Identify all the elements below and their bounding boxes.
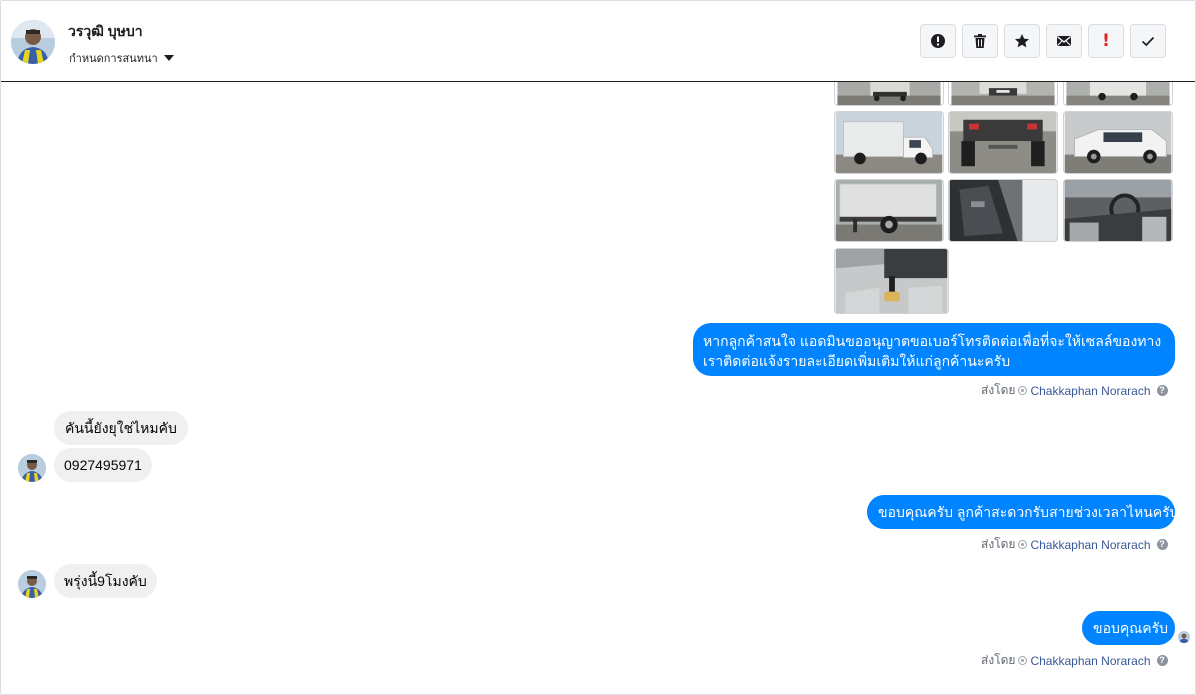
contact-avatar[interactable]: [18, 570, 46, 598]
incoming-message[interactable]: คันนี้ยังยุใช่ไหมคับ: [54, 411, 188, 445]
conversation-header: วรวุฒิ บุษบา กำหนดการสนทนา !: [1, 1, 1195, 82]
message-text: 0927495971: [64, 457, 142, 473]
caret-down-icon: [163, 55, 174, 61]
exclamation-icon: !: [1102, 31, 1110, 51]
truck-photo[interactable]: [1063, 82, 1173, 106]
contact-name: วรวุฒิ บุษบา: [68, 23, 143, 39]
sent-by-label: ส่งโดย Chakkaphan Norarach ?: [981, 651, 1168, 670]
help-icon[interactable]: ?: [1156, 655, 1168, 666]
seen-avatar: [1178, 631, 1190, 643]
truck-photo[interactable]: [948, 82, 1058, 106]
schedule-label: กำหนดการสนทนา: [69, 53, 158, 65]
star-button[interactable]: [1004, 24, 1040, 58]
outgoing-message[interactable]: ขอบคุณครับ: [1082, 611, 1175, 645]
sent-by-label: ส่งโดย Chakkaphan Norarach ?: [981, 535, 1168, 554]
agent-name-link[interactable]: Chakkaphan Norarach: [1030, 538, 1150, 552]
agent-name-link[interactable]: Chakkaphan Norarach: [1030, 654, 1150, 668]
message-text: หากลูกค้าสนใจ แอดมินขออนุญาตขอเบอร์โทรติ…: [703, 333, 1162, 369]
truck-photo[interactable]: [834, 111, 944, 174]
verified-icon: [1018, 386, 1028, 395]
truck-photo[interactable]: [834, 248, 949, 314]
agent-name-link[interactable]: Chakkaphan Norarach: [1030, 384, 1150, 398]
message-text: คันนี้ยังยุใช่ไหมคับ: [65, 420, 177, 436]
mail-icon: [1057, 36, 1071, 46]
truck-photo[interactable]: [1063, 111, 1173, 174]
help-icon[interactable]: ?: [1156, 539, 1168, 550]
info-icon: [931, 34, 945, 48]
help-icon[interactable]: ?: [1156, 385, 1168, 396]
outgoing-message[interactable]: ขอบคุณครับ ลูกค้าสะดวกรับสายช่วงเวลาไหนค…: [867, 495, 1179, 529]
verified-icon: [1018, 656, 1028, 665]
truck-photo[interactable]: [1063, 179, 1173, 242]
flag-important-button[interactable]: !: [1088, 24, 1124, 58]
mark-done-button[interactable]: [1130, 24, 1166, 58]
delete-button[interactable]: [962, 24, 998, 58]
truck-photo[interactable]: [834, 179, 944, 242]
incoming-message[interactable]: 0927495971: [54, 448, 152, 482]
truck-photo[interactable]: [948, 179, 1058, 242]
info-button[interactable]: [920, 24, 956, 58]
truck-photo[interactable]: [834, 82, 944, 106]
star-icon: [1015, 34, 1029, 48]
incoming-message[interactable]: พรุ่งนี้9โมงคับ: [54, 564, 157, 598]
sent-by-prefix: ส่งโดย: [981, 653, 1016, 667]
message-thread[interactable]: หากลูกค้าสนใจ แอดมินขออนุญาตขอเบอร์โทรติ…: [1, 82, 1195, 694]
sent-by-prefix: ส่งโดย: [981, 383, 1016, 397]
contact-avatar[interactable]: [18, 454, 46, 482]
header-toolbar: !: [920, 24, 1166, 58]
truck-photo[interactable]: [948, 111, 1058, 174]
schedule-dropdown[interactable]: กำหนดการสนทนา: [69, 49, 174, 67]
verified-icon: [1018, 540, 1028, 549]
trash-icon: [974, 34, 986, 48]
sent-by-label: ส่งโดย Chakkaphan Norarach ?: [981, 381, 1168, 400]
contact-avatar[interactable]: [11, 20, 55, 64]
message-text: พรุ่งนี้9โมงคับ: [64, 573, 147, 589]
conversation-window: วรวุฒิ บุษบา กำหนดการสนทนา ! หากลูกค้าสน…: [0, 0, 1196, 695]
message-text: ขอบคุณครับ ลูกค้าสะดวกรับสายช่วงเวลาไหนค…: [878, 504, 1179, 520]
message-text: ขอบคุณครับ: [1093, 620, 1168, 636]
check-icon: [1141, 36, 1155, 47]
outgoing-message[interactable]: หากลูกค้าสนใจ แอดมินขออนุญาตขอเบอร์โทรติ…: [693, 323, 1175, 376]
sent-by-prefix: ส่งโดย: [981, 537, 1016, 551]
mail-button[interactable]: [1046, 24, 1082, 58]
